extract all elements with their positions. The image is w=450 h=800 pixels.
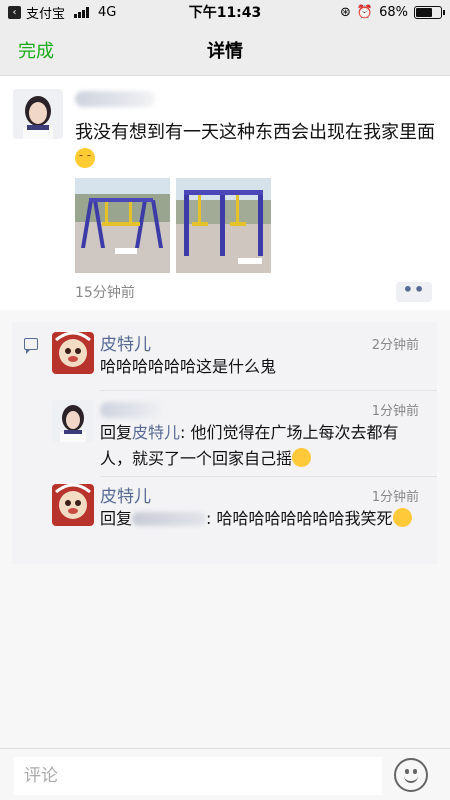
- laugh-cry-emoji-icon: [392, 508, 412, 527]
- page-title: 详情: [207, 41, 243, 62]
- comment-time: 1分钟前: [371, 490, 419, 505]
- upside-down-emoji-icon: [292, 448, 312, 467]
- battery-percent: 68%: [379, 4, 408, 20]
- commenter-name[interactable]: 皮特儿: [100, 482, 151, 507]
- commenter-avatar[interactable]: [52, 332, 94, 374]
- emoji-picker-icon[interactable]: [394, 758, 428, 792]
- reply-target-blurred[interactable]: [132, 512, 207, 526]
- back-app-label[interactable]: 支付宝: [26, 3, 65, 22]
- comment-input-bar: [0, 748, 450, 800]
- status-bar: ‹ 支付宝 4G 下午11:43 ⊛ ⏰ 68%: [0, 0, 450, 24]
- commenter-avatar[interactable]: [52, 400, 94, 442]
- comment-time: 1分钟前: [371, 404, 419, 419]
- signal-icon: [74, 6, 90, 18]
- comment-section: 皮特儿 2分钟前 哈哈哈哈哈哈这是什么鬼 1分钟前 回复皮特儿: 他们觉得在广场…: [12, 322, 437, 564]
- back-arrow-icon[interactable]: ‹: [8, 5, 21, 19]
- reply-target-name[interactable]: 皮特儿: [132, 423, 180, 442]
- poster-avatar[interactable]: [13, 89, 63, 139]
- reply-prefix: 回复: [100, 509, 133, 528]
- comment-text[interactable]: 回复皮特儿: 他们觉得在广场上每次去都有人，就买了一个回家自己摇: [100, 420, 410, 472]
- more-actions-button[interactable]: ••: [396, 282, 432, 302]
- moment-post: 我没有想到有一天这种东西会出现在我家里面 15分钟前 ••: [0, 76, 450, 310]
- commenter-avatar[interactable]: [52, 484, 94, 526]
- battery-icon: [414, 5, 445, 19]
- smirk-emoji-icon: [75, 148, 95, 168]
- nav-bar: 完成 详情: [0, 24, 450, 76]
- post-photo-2[interactable]: [176, 178, 271, 273]
- poster-name-blurred[interactable]: [75, 91, 155, 107]
- post-time: 15分钟前: [75, 285, 135, 301]
- post-text: 我没有想到有一天这种东西会出现在我家里面: [75, 119, 435, 173]
- comment-divider: [100, 390, 437, 391]
- comment-text[interactable]: 回复: 哈哈哈哈哈哈哈哈我笑死: [100, 506, 420, 532]
- commenter-name-blurred[interactable]: [100, 402, 166, 418]
- alarm-icon: ⏰: [356, 4, 374, 20]
- comment-icon: [24, 338, 38, 354]
- post-photo-1[interactable]: [75, 178, 170, 273]
- commenter-name[interactable]: 皮特儿: [100, 330, 151, 355]
- network-label: 4G: [98, 4, 117, 20]
- comment-text[interactable]: 哈哈哈哈哈哈这是什么鬼: [100, 354, 420, 380]
- comment-input[interactable]: [14, 757, 382, 795]
- comment-divider: [100, 476, 437, 477]
- status-time: 下午11:43: [188, 5, 262, 21]
- reply-prefix: 回复: [100, 423, 133, 442]
- comment-time: 2分钟前: [371, 338, 419, 353]
- rotation-lock-icon: ⊛: [340, 4, 351, 20]
